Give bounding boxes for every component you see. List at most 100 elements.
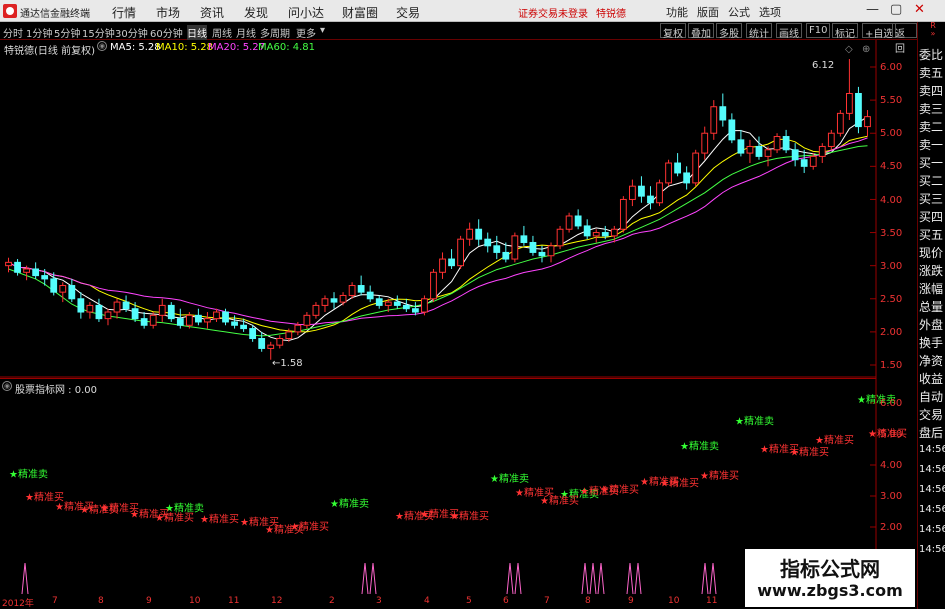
tick-time: 14:56 (919, 504, 945, 515)
main-chart-pane[interactable]: 特锐德(日线 前复权) ◉ MA5: 5.28 MA10: 5.28 MA20:… (0, 40, 917, 378)
app-title: 通达信金融终端 (20, 9, 90, 20)
site-watermark: 指标公式网 www.zbgs3.com (745, 549, 915, 607)
date-tick: 9 (146, 596, 152, 606)
menu-ask[interactable]: 问小达 (288, 4, 324, 21)
candle-body (574, 215, 582, 227)
period-multi[interactable]: 多周期 (260, 25, 290, 40)
menu-formula[interactable]: 公式 (728, 4, 750, 20)
candle-body (448, 258, 455, 267)
panel-collapse-icon[interactable]: R» (919, 22, 945, 38)
candle-body (140, 318, 148, 326)
maximize-icon[interactable]: ▢ (890, 2, 902, 17)
quote-label: 买四 (919, 210, 944, 224)
menu-wealth[interactable]: 财富圈 (342, 4, 378, 21)
menu-news[interactable]: 资讯 (200, 4, 224, 21)
period-15min[interactable]: 15分钟 (82, 25, 115, 40)
candle-body (439, 258, 446, 273)
f10-button[interactable]: F10 (806, 23, 831, 38)
candle-body (800, 159, 808, 167)
period-monthly[interactable]: 月线 (236, 25, 256, 40)
period-more[interactable]: 更多 (296, 25, 316, 40)
quote-label[interactable]: 交易 (919, 406, 945, 423)
statistics-button[interactable]: 统计 (746, 23, 772, 40)
draw-line-button[interactable]: 画线 (776, 23, 802, 40)
date-tick: 10 (668, 596, 680, 606)
candle-body (511, 235, 519, 260)
candle-body (5, 261, 12, 267)
menu-options[interactable]: 选项 (759, 4, 781, 20)
period-1min[interactable]: 1分钟 (26, 25, 52, 40)
quote-label[interactable]: 自动 (919, 388, 945, 405)
legend-settings-icon[interactable]: ◉ (97, 41, 107, 51)
period-60min[interactable]: 60分钟 (150, 25, 183, 40)
overlay-button[interactable]: 叠加 (688, 23, 714, 40)
tick-time: 14:56 (919, 484, 945, 495)
quote-label[interactable]: 盘后 (919, 424, 945, 441)
candle-body (692, 152, 700, 184)
buy-signal-label: ★精准买 (155, 511, 194, 524)
candle-body (791, 149, 799, 161)
tick-time: 14:56 (919, 544, 945, 555)
chart-zoom-icon[interactable]: ⊕ (862, 44, 870, 55)
date-tick: 11 (706, 596, 718, 606)
candle-body (330, 298, 338, 303)
signal-spike (634, 562, 642, 595)
menu-layout[interactable]: 版面 (697, 4, 719, 20)
mark-button[interactable]: 标记 (832, 23, 858, 40)
signal-spike (506, 562, 514, 595)
candle-body (41, 275, 49, 280)
indicator-settings-icon[interactable]: ◉ (2, 381, 12, 391)
menu-trade[interactable]: 交易 (396, 4, 420, 21)
low-price-label: ←1.58 (272, 358, 303, 369)
menu-function[interactable]: 功能 (666, 4, 688, 20)
price-tick: 6.00 (880, 62, 903, 73)
period-weekly[interactable]: 周线 (212, 25, 232, 40)
adjust-button[interactable]: 复权 (660, 23, 686, 40)
multi-stock-button[interactable]: 多股 (716, 23, 742, 40)
candle-body (457, 238, 464, 267)
date-tick: 8 (98, 596, 104, 606)
candle-body (782, 136, 790, 151)
candle-body (384, 301, 392, 306)
trade-login-status[interactable]: 证券交易未登录 (518, 5, 588, 20)
date-tick: 10 (189, 596, 201, 606)
candle-body (59, 285, 67, 293)
chart-tool-icon[interactable]: ◇ (845, 44, 853, 55)
back-button[interactable]: 返回 (892, 23, 917, 55)
menu-market[interactable]: 行情 (112, 4, 136, 21)
candle-body (601, 232, 609, 237)
quote-label: 涨幅 (919, 282, 944, 296)
sell-signal-label: ★精准卖 (330, 497, 369, 510)
candle-body (393, 301, 401, 306)
candle-body (592, 232, 600, 237)
period-5min[interactable]: 5分钟 (54, 25, 80, 40)
candle-body (86, 304, 94, 313)
date-tick: 5 (466, 596, 472, 606)
close-icon[interactable]: ✕ (914, 2, 925, 17)
menu-exchange[interactable]: 市场 (156, 4, 180, 21)
candle-body (267, 344, 275, 349)
sell-signal-label: ★精准卖 (490, 472, 529, 485)
tick-time: 14:56 (919, 524, 945, 535)
period-more-chevron-icon[interactable]: ▾ (320, 25, 325, 36)
chart-legend-title: 特锐德(日线 前复权) (4, 46, 95, 57)
price-tick: 2.00 (880, 327, 903, 338)
menu-discover[interactable]: 发现 (244, 4, 268, 21)
period-daily[interactable]: 日线 (187, 25, 207, 40)
candle-body (647, 195, 654, 204)
candle-body (864, 116, 871, 128)
period-30min[interactable]: 30分钟 (115, 25, 148, 40)
candle-body (547, 245, 555, 257)
candlestick-chart[interactable] (0, 40, 917, 378)
candle-body (339, 294, 347, 303)
minimize-icon[interactable]: — (866, 2, 879, 17)
period-timeshare[interactable]: 分时 (3, 25, 23, 40)
candle-body (583, 225, 591, 237)
candle-body (402, 304, 410, 310)
candle-body (366, 291, 374, 300)
candle-body (773, 136, 781, 151)
date-tick: 2012年 (2, 599, 34, 609)
candle-body (638, 185, 645, 197)
candle-body (656, 182, 663, 204)
ma20-label: MA20: 5.27 (208, 42, 266, 53)
